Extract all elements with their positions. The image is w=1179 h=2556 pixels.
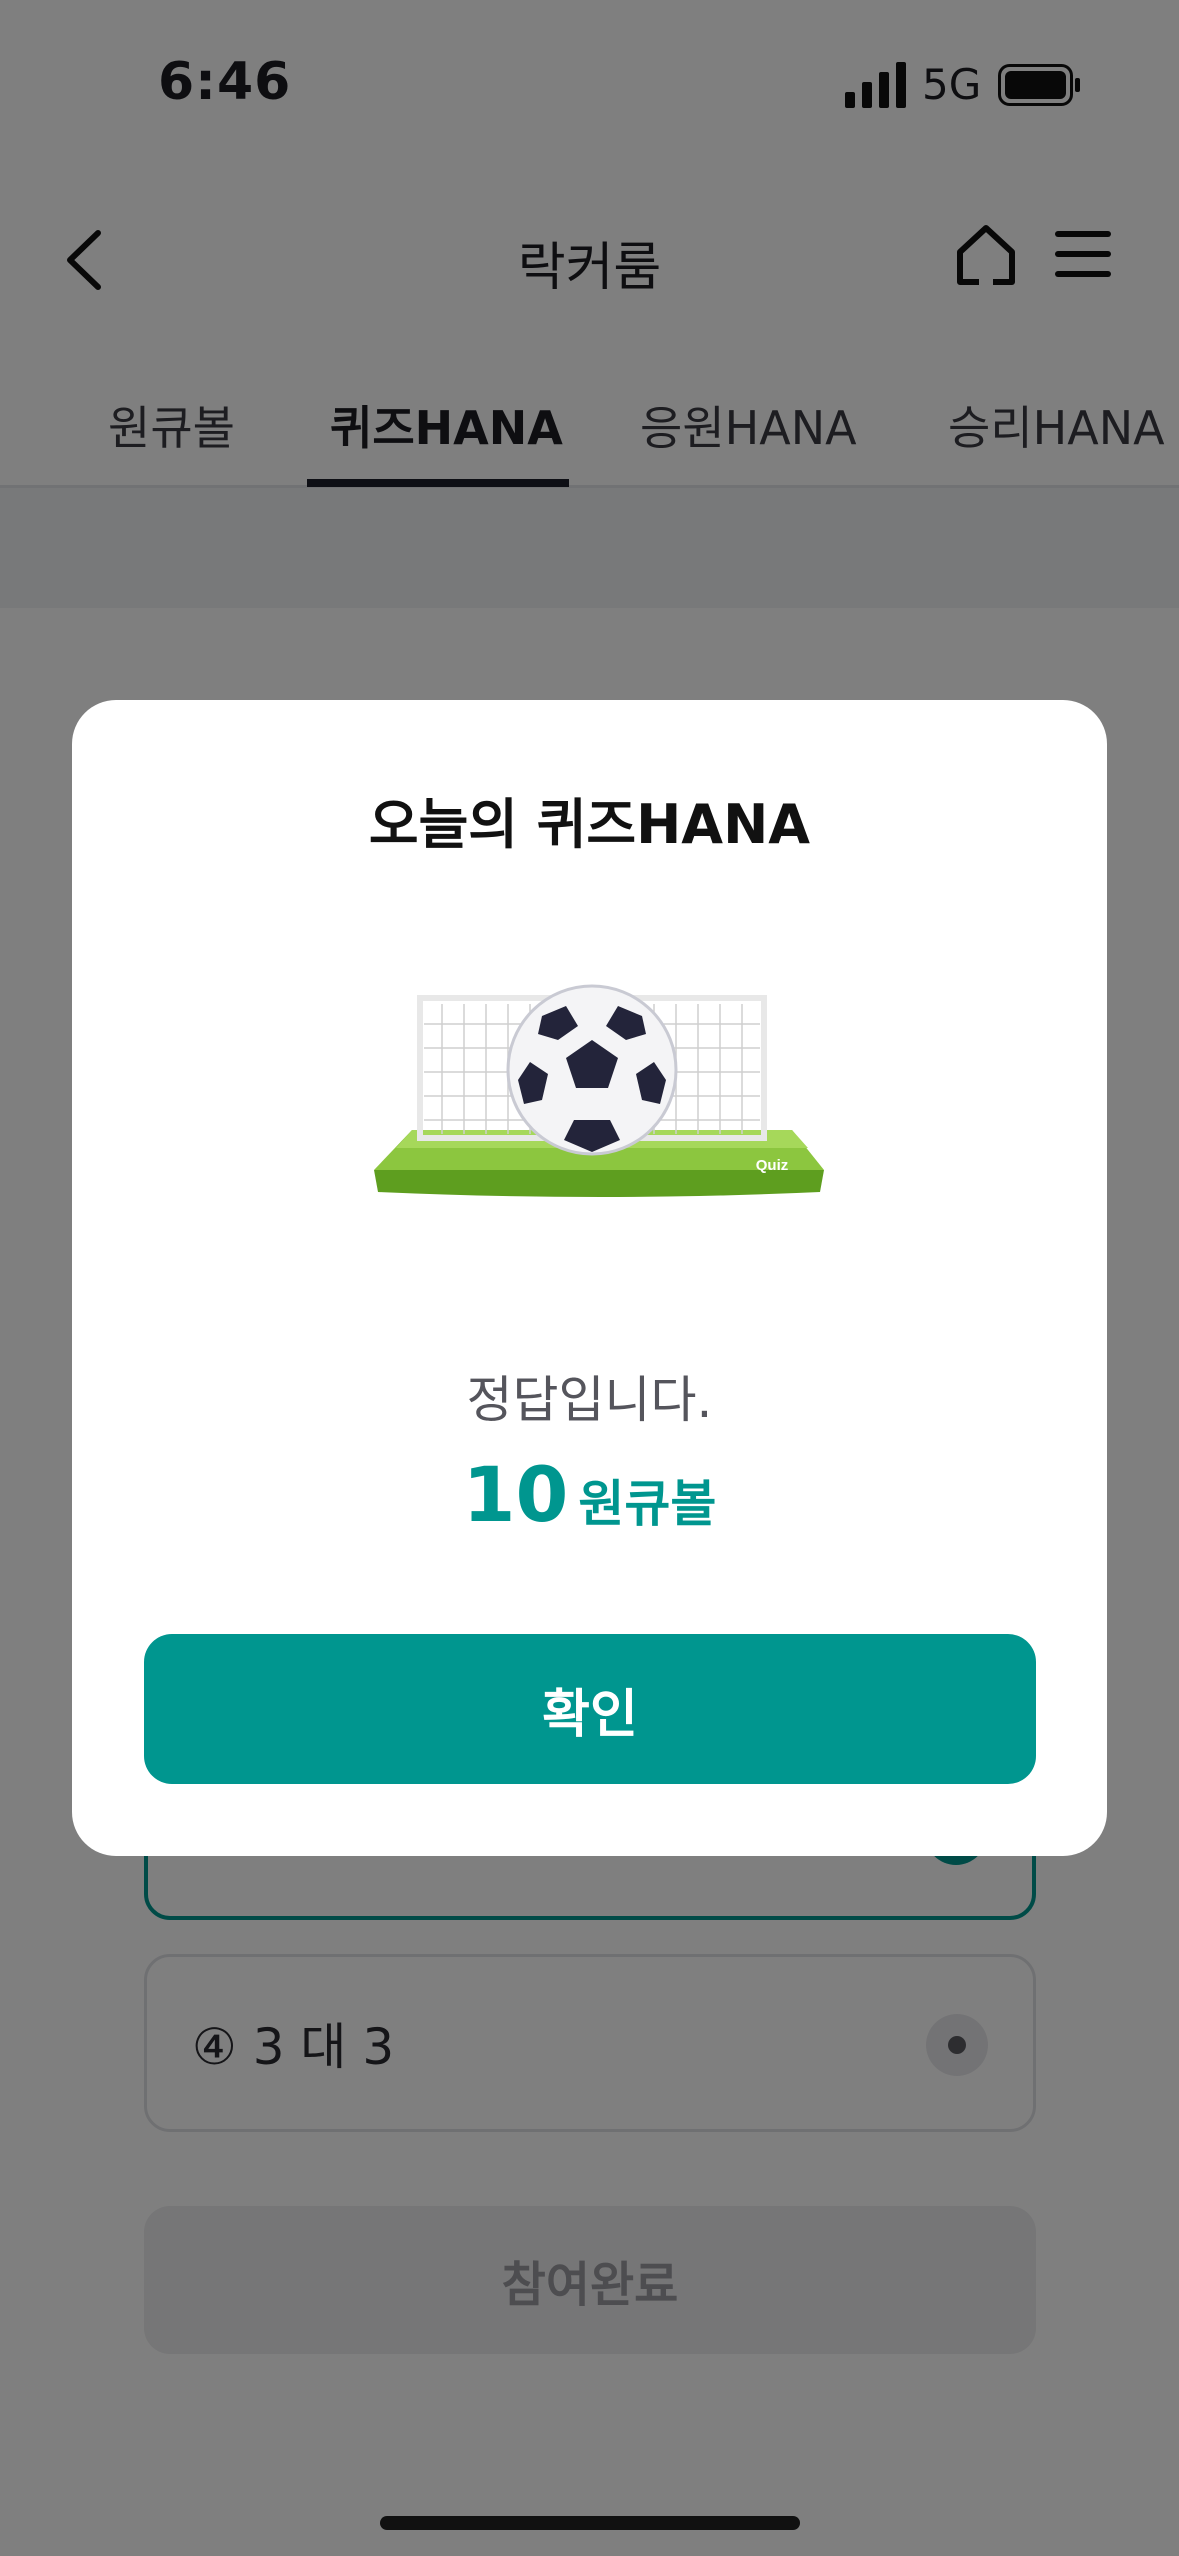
confirm-button[interactable]: 확인 xyxy=(144,1634,1036,1784)
home-indicator xyxy=(380,2516,800,2530)
reward-amount: 10 xyxy=(462,1450,569,1539)
quiz-result-modal: 오늘의 퀴즈HANA Quiz 정답입니다. 10 원큐볼 확인 xyxy=(72,700,1107,1856)
reward-unit: 원큐볼 xyxy=(578,1475,717,1533)
illustration-caption: Quiz xyxy=(756,1157,789,1174)
soccer-goal-illustration: Quiz xyxy=(374,984,824,1197)
reward-display: 10 원큐볼 xyxy=(72,1450,1107,1539)
modal-title: 오늘의 퀴즈HANA xyxy=(368,793,811,856)
result-message: 정답입니다. xyxy=(466,1371,713,1429)
